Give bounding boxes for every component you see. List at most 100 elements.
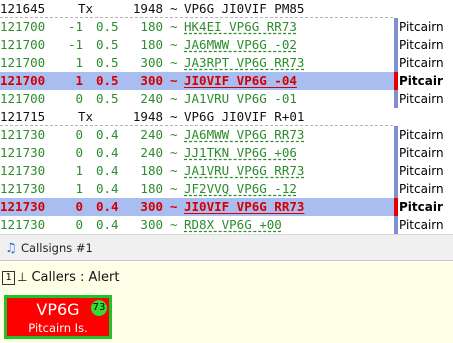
separator-cell: ~ (170, 109, 178, 124)
dt-cell: 0.5 (96, 55, 119, 70)
callers-header: 1 ⊥ Callers : Alert (2, 267, 119, 287)
decode-row[interactable]: 121700 1 0.5 300 ~ JA3RPT VP6G RR73 Pitcairn (0, 54, 453, 72)
decode-row[interactable]: 121700 0 0.5 240 ~ JA1VRU VP6G -01 Pitcairn (0, 90, 453, 108)
message-cell: VP6G JI0VIF R+01 (184, 109, 305, 124)
separator-cell: ~ (170, 19, 178, 34)
callers-pane: 1 ⊥ Callers : Alert VP6G Pitcairn Is. 73 (0, 262, 453, 343)
snr-cell: 0 (75, 145, 83, 160)
dt-cell: 0.4 (96, 217, 119, 232)
country-marker-bar (394, 216, 398, 234)
time-cell: 121730 (0, 127, 46, 142)
country-cell: Pitcairn (394, 126, 453, 144)
dt-cell: 0.4 (96, 181, 119, 196)
time-cell: 121700 (0, 73, 46, 88)
decode-row[interactable]: 121730 1 0.4 180 ~ JA1VRU VP6G RR73 Pitcairn (0, 162, 453, 180)
country-text: Pitcairn (399, 38, 444, 52)
time-cell: 121645 (0, 1, 46, 16)
separator-cell: ~ (170, 73, 178, 88)
country-marker-bar (394, 126, 398, 144)
country-cell: Pitcairn (394, 216, 453, 234)
tab-callsigns-1[interactable]: ♫ Callsigns #1 (3, 238, 99, 258)
freq-cell: 180 (140, 37, 163, 52)
country-text: Pitcairn (399, 20, 444, 34)
freq-cell: 300 (140, 55, 163, 70)
dt-cell: 0.5 (96, 73, 119, 88)
freq-cell: 300 (140, 217, 163, 232)
country-cell: Pitcairn (394, 36, 453, 54)
decode-row[interactable]: 121730 0 0.4 240 ~ JJ1TKN VP6G +06 Pitcairn (0, 144, 453, 162)
snr-cell: 0 (75, 91, 83, 106)
snr-cell: 1 (75, 73, 83, 88)
separator-cell: ~ (170, 55, 178, 70)
time-cell: 121700 (0, 37, 46, 52)
highlighted-decode-row[interactable]: 121700 1 0.5 300 ~ JI0VIF VP6G -04 Pitcair (0, 72, 453, 90)
country-marker-bar (394, 36, 398, 54)
pane-number[interactable]: 1 (2, 271, 15, 285)
separator-cell: ~ (170, 127, 178, 142)
snr-cell: -1 (67, 37, 83, 52)
callers-title: Callers : Alert (31, 270, 120, 285)
dt-cell: 0.4 (96, 163, 119, 178)
pin-icon[interactable]: ⊥ (17, 267, 27, 287)
separator-cell: ~ (170, 163, 178, 178)
decode-list[interactable]: 121645 Tx 1948 ~ VP6G JI0VIF PM85 121700 -1 0.5… (0, 0, 453, 234)
country-cell: Pitcair (394, 198, 453, 216)
time-cell: 121730 (0, 181, 46, 196)
message-cell: RD8X VP6G +00 (184, 217, 282, 232)
highlighted-decode-row[interactable]: 121730 0 0.4 300 ~ JI0VIF VP6G RR73 Pitcair (0, 198, 453, 216)
message-cell: JI0VIF VP6G RR73 (184, 199, 305, 214)
country-text: Pitcairn (399, 182, 444, 196)
music-note-icon: ♫ (5, 241, 17, 256)
country-cell: Pitcairn (394, 180, 453, 198)
country-marker-bar (394, 72, 398, 90)
dt-cell: 0.4 (96, 127, 119, 142)
country-cell: Pitcairn (394, 18, 453, 36)
country-marker-bar (394, 180, 398, 198)
time-cell: 121730 (0, 199, 46, 214)
time-cell: 121700 (0, 55, 46, 70)
tab-strip: ♫ Callsigns #1 (0, 234, 453, 261)
separator-cell: ~ (170, 199, 178, 214)
country-text: Pitcair (399, 74, 443, 88)
country-marker-bar (394, 198, 398, 216)
dt-cell: 0.5 (96, 91, 119, 106)
snr-cell: 0 (75, 217, 83, 232)
message-cell: JF2VVQ VP6G -12 (184, 181, 297, 196)
separator-cell: ~ (170, 91, 178, 106)
country-marker-bar (394, 18, 398, 36)
message-cell: HK4EI VP6G RR73 (184, 19, 297, 34)
decode-row[interactable]: 121700 -1 0.5 180 ~ JA6MWW VP6G -02 Pitcairn (0, 36, 453, 54)
decode-row[interactable]: 121730 0 0.4 240 ~ JA6MWW VP6G RR73 Pitcairn (0, 126, 453, 144)
time-cell: 121730 (0, 145, 46, 160)
separator-cell: ~ (170, 145, 178, 160)
time-cell: 121730 (0, 163, 46, 178)
country-text: Pitcairn (399, 92, 444, 106)
snr-cell: 0 (75, 127, 83, 142)
caller-card[interactable]: VP6G Pitcairn Is. 73 (4, 295, 112, 339)
tab-label: Callsigns #1 (21, 241, 93, 255)
snr-cell: 1 (75, 181, 83, 196)
caller-country: Pitcairn Is. (28, 321, 88, 335)
freq-cell: 180 (140, 163, 163, 178)
decode-row[interactable]: 121730 1 0.4 180 ~ JF2VVQ VP6G -12 Pitcairn (0, 180, 453, 198)
time-cell: 121700 (0, 91, 46, 106)
country-text: Pitcairn (399, 164, 444, 178)
mode-cell: Tx (78, 1, 94, 16)
separator-cell: ~ (170, 1, 178, 16)
country-cell: Pitcairn (394, 90, 453, 108)
dt-cell: 0.5 (96, 19, 119, 34)
dt-cell: 0.4 (96, 145, 119, 160)
decode-row[interactable]: 121700 -1 0.5 180 ~ HK4EI VP6G RR73 Pitcairn (0, 18, 453, 36)
tx-message-row[interactable]: 121715 Tx 1948 ~ VP6G JI0VIF R+01 (0, 108, 453, 126)
tx-message-row[interactable]: 121645 Tx 1948 ~ VP6G JI0VIF PM85 (0, 0, 453, 18)
country-cell: Pitcair (394, 72, 453, 90)
time-cell: 121715 (0, 109, 46, 124)
decode-row[interactable]: 121730 0 0.4 300 ~ RD8X VP6G +00 Pitcairn (0, 216, 453, 234)
message-cell: JA1VRU VP6G -01 (184, 91, 297, 106)
dt-cell: 0.4 (96, 199, 119, 214)
snr-cell: 1 (75, 55, 83, 70)
message-cell: VP6G JI0VIF PM85 (184, 1, 305, 16)
separator-cell: ~ (170, 181, 178, 196)
time-cell: 121730 (0, 217, 46, 232)
country-text: Pitcairn (399, 146, 444, 160)
